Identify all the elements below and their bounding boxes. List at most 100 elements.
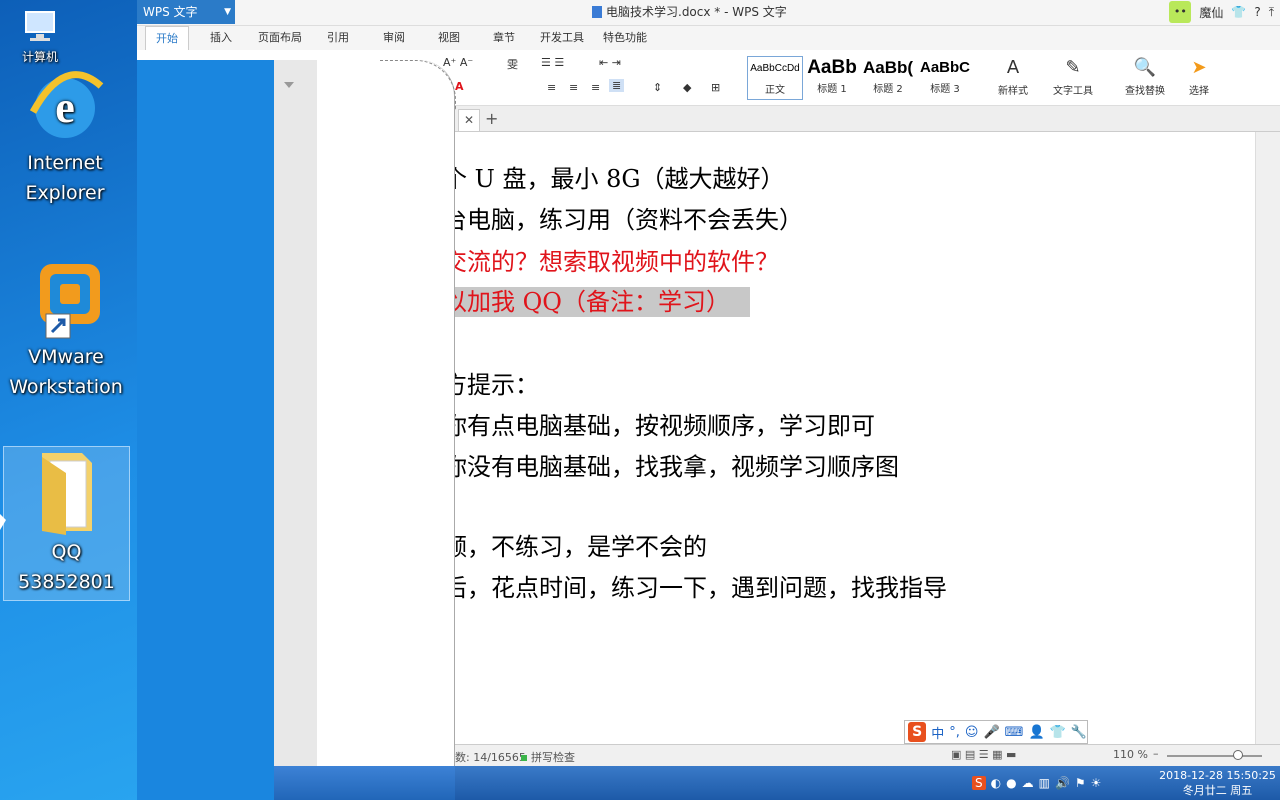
chevron-down-icon: ▼ <box>224 7 231 17</box>
view-mode-icons[interactable]: ▣ ▤ ☰ ▦ ▬ <box>951 748 1016 761</box>
new-style-button[interactable]: A 新样式 <box>985 54 1041 102</box>
style-label: 正文 <box>765 85 785 96</box>
mouse-cursor-icon <box>0 514 6 530</box>
zoom-slider-thumb[interactable] <box>1233 750 1243 760</box>
tab-view[interactable]: 视图 <box>438 26 460 50</box>
align-right-icon[interactable]: ≡ <box>591 81 600 94</box>
keyboard-icon[interactable]: ⌨ <box>1005 725 1024 740</box>
desktop-icon-vmware[interactable]: VMware Workstation <box>0 258 132 402</box>
taskbar-clock[interactable]: 2018-12-28 15:50:25 冬月廿二 周五 <box>1155 768 1280 800</box>
justify-icon[interactable]: ≣ <box>609 79 625 92</box>
sogou-tray-icon[interactable]: S <box>972 776 986 790</box>
tab-review[interactable]: 审阅 <box>383 26 405 50</box>
close-icon[interactable]: ✕ <box>458 109 480 131</box>
word-count[interactable]: 数: 14/16565 <box>455 749 526 765</box>
find-replace-label: 查找替换 <box>1125 86 1165 97</box>
sogou-ime-icon[interactable]: S <box>908 722 927 742</box>
document-line: 个 U 盘，最小 8G（越大越好） <box>443 165 785 193</box>
document-page[interactable]: 个 U 盘，最小 8G（越大越好） 台电脑，练习用（资料不会丢失） 交流的？想索… <box>443 132 1255 744</box>
desktop-icon-internet-explorer[interactable]: e Internet Explorer <box>10 64 120 208</box>
find-replace-button[interactable]: 🔍 查找替换 <box>1117 54 1173 102</box>
punctuation-icon[interactable]: °, <box>949 725 960 740</box>
border-icon[interactable]: ⊞ <box>711 81 720 94</box>
tab-insert[interactable]: 插入 <box>210 26 232 50</box>
line-spacing-icon[interactable]: ⇕ <box>653 81 662 94</box>
title-right-controls: •• 魔仙 👕 ? ⤒ <box>1169 0 1280 24</box>
style-heading-1[interactable]: AaBb 标题 1 <box>805 56 859 100</box>
vmware-icon <box>40 264 100 339</box>
help-icon[interactable]: ? <box>1254 5 1260 19</box>
select-label: 选择 <box>1189 86 1209 97</box>
style-label: 标题 2 <box>873 84 903 95</box>
tab-home[interactable]: 开始 <box>145 26 189 50</box>
text-tools-icon: ✎ <box>1065 57 1081 78</box>
style-label: 标题 3 <box>930 84 960 95</box>
user-name[interactable]: 魔仙 <box>1199 4 1223 21</box>
microphone-icon[interactable]: 🎤 <box>983 725 999 740</box>
text-tools-button[interactable]: ✎ 文字工具 <box>1045 54 1101 102</box>
left-overlay-panel <box>137 60 274 800</box>
tray-icon[interactable]: ● <box>1006 776 1016 790</box>
tab-developer[interactable]: 开发工具 <box>540 26 584 50</box>
skin-icon[interactable]: 👕 <box>1231 5 1246 19</box>
volume-icon[interactable]: 🔊 <box>1055 776 1070 790</box>
indent-icon[interactable]: ⇤ ⇥ <box>599 56 621 69</box>
taskbar <box>274 766 1280 800</box>
shading-icon[interactable]: ◆ <box>683 81 691 94</box>
weather-icon[interactable]: ☀ <box>1091 776 1102 790</box>
cloud-icon[interactable]: ☁ <box>1022 776 1034 790</box>
tab-page-layout[interactable]: 页面布局 <box>258 26 302 50</box>
font-grow-icon[interactable]: A⁺ A⁻ <box>443 56 473 69</box>
zoom-out-icon[interactable]: – <box>1153 747 1159 760</box>
vertical-scrollbar[interactable] <box>1255 132 1280 744</box>
document-line: 交流的？想索取视频中的软件？ <box>443 248 779 276</box>
desktop-icon-label: 53852801 <box>18 571 115 593</box>
document-line: 方提示： <box>443 371 539 399</box>
document-line: 你有点电脑基础，按视频顺序，学习即可 <box>443 412 875 440</box>
chevron-down-icon[interactable] <box>284 82 294 88</box>
font-color-icon[interactable]: A <box>455 80 464 93</box>
zoom-slider[interactable] <box>1167 750 1262 760</box>
style-sample: AaBb <box>807 57 857 78</box>
ime-mode-label[interactable]: 中 <box>931 723 944 742</box>
style-heading-2[interactable]: AaBb( 标题 2 <box>861 56 915 100</box>
desktop-icon-label: Workstation <box>9 376 123 398</box>
folder-icon <box>41 453 92 535</box>
style-normal[interactable]: AaBbCcDd 正文 <box>747 56 803 100</box>
taskbar-app-area[interactable] <box>274 766 455 800</box>
wps-titlebar: WPS 文字 ▼ 电脑技术学习.docx * - WPS 文字 •• 魔仙 👕 … <box>137 0 1280 26</box>
align-left-icon[interactable]: ≡ <box>547 81 556 94</box>
wps-app-menu-button[interactable]: WPS 文字 ▼ <box>137 0 235 24</box>
add-tab-icon[interactable]: + <box>485 109 498 128</box>
align-center-icon[interactable]: ≡ <box>569 81 578 94</box>
ime-toolbar[interactable]: S 中 °, ☺ 🎤 ⌨ 👤 👕 🔧 <box>904 720 1088 744</box>
tab-chapter[interactable]: 章节 <box>493 26 515 50</box>
app-menu-label: WPS 文字 <box>143 5 198 19</box>
style-heading-3[interactable]: AaBbC 标题 3 <box>917 56 973 100</box>
action-center-icon[interactable]: ⚑ <box>1075 776 1086 790</box>
tab-references[interactable]: 引用 <box>327 26 349 50</box>
tab-special-features[interactable]: 特色功能 <box>603 26 647 50</box>
document-line: 台电脑，练习用（资料不会丢失） <box>443 206 803 234</box>
desktop-icon-qq-folder[interactable]: QQ 53852801 <box>3 446 130 601</box>
svg-text:e: e <box>55 83 75 132</box>
spell-check-toggle[interactable]: 拼写检查 <box>521 749 575 765</box>
user-icon[interactable]: 👤 <box>1028 725 1044 740</box>
document-line-highlighted: 以加我 QQ（备注：学习） <box>443 287 750 317</box>
network-icon[interactable]: ▥ <box>1039 776 1050 790</box>
user-avatar[interactable]: •• <box>1169 1 1192 23</box>
select-button[interactable]: ➤ 选择 <box>1171 54 1227 102</box>
desktop-icon-label: 计算机 <box>21 50 58 64</box>
phonetic-icon[interactable]: 雯 <box>507 56 518 72</box>
bullet-list-icon[interactable]: ☰ ☰ <box>541 56 564 69</box>
text-tools-label: 文字工具 <box>1053 86 1093 97</box>
skin-icon[interactable]: 👕 <box>1050 725 1066 740</box>
desktop-icon-computer[interactable]: 计算机 <box>0 0 80 64</box>
desktop-icon-label: Explorer <box>25 182 105 204</box>
tray-icon[interactable]: ◐ <box>991 776 1001 790</box>
collapse-ribbon-icon[interactable]: ⤒ <box>1269 5 1274 20</box>
document-line: 你没有电脑基础，找我拿，视频学习顺序图 <box>443 453 899 481</box>
wrench-icon[interactable]: 🔧 <box>1071 725 1087 740</box>
zoom-level[interactable]: 110 % <box>1113 748 1148 761</box>
emoji-icon[interactable]: ☺ <box>965 725 979 740</box>
